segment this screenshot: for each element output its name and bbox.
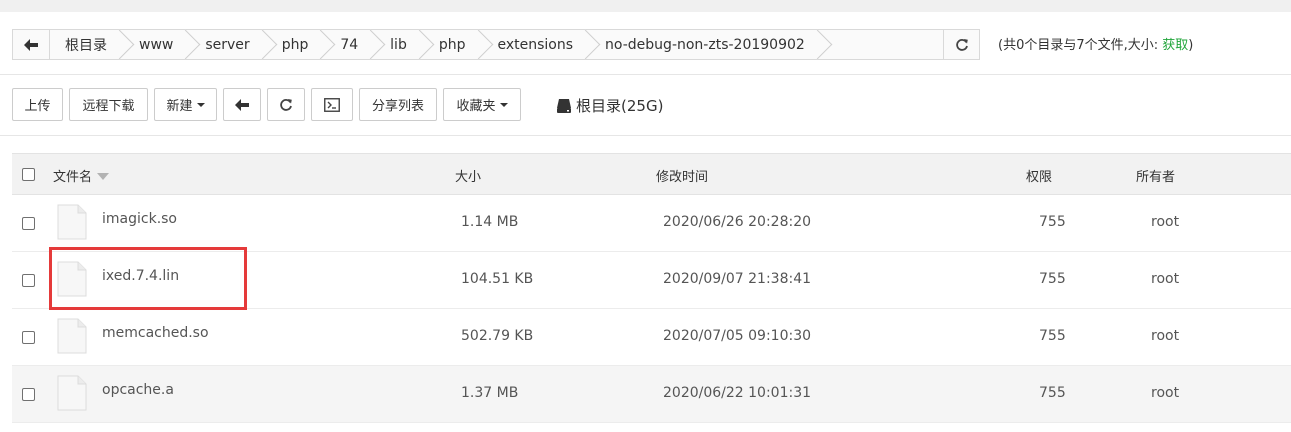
file-modified: 2020/06/22 10:01:31 — [663, 385, 812, 401]
row-checkbox[interactable] — [22, 274, 35, 287]
arrow-left-icon — [235, 98, 249, 111]
hard-drive-icon — [557, 98, 571, 113]
terminal-icon — [324, 97, 340, 112]
column-header-name[interactable]: 文件名 — [53, 166, 110, 185]
file-owner: root — [1151, 385, 1180, 401]
file-permission[interactable]: 755 — [1039, 271, 1066, 287]
breadcrumb-item-extensions[interactable]: extensions — [483, 30, 591, 59]
file-size: 1.14 MB — [461, 214, 519, 230]
column-header-modified[interactable]: 修改时间 — [656, 166, 708, 185]
favorites-dropdown-button[interactable]: 收藏夹 — [443, 88, 521, 121]
remote-download-button[interactable]: 远程下载 — [69, 88, 148, 121]
top-band — [0, 0, 1291, 12]
column-header-permission: 权限 — [1026, 170, 1053, 185]
refresh-button[interactable] — [267, 88, 305, 121]
table-row[interactable]: memcached.so 502.79 KB 2020/07/05 09:10:… — [12, 309, 1291, 366]
divider — [0, 135, 1291, 136]
back-button-toolbar[interactable] — [223, 88, 261, 121]
disk-selector[interactable]: 根目录(25G) — [556, 95, 663, 116]
file-name[interactable]: opcache.a — [102, 382, 174, 398]
terminal-button[interactable] — [311, 88, 353, 121]
file-size: 502.79 KB — [461, 328, 534, 344]
table-row[interactable]: imagick.so 1.14 MB 2020/06/26 20:28:20 7… — [12, 195, 1291, 252]
file-name[interactable]: memcached.so — [102, 325, 209, 341]
breadcrumb-item-current[interactable]: no-debug-non-zts-20190902 — [590, 30, 822, 59]
file-owner: root — [1151, 328, 1180, 344]
file-permission[interactable]: 755 — [1039, 385, 1066, 401]
annotation-highlight-box — [49, 247, 247, 310]
new-dropdown-button[interactable]: 新建 — [154, 88, 217, 121]
file-modified: 2020/09/07 21:38:41 — [663, 271, 812, 287]
directory-summary: (共0个目录与7个文件,大小: 获取) — [998, 38, 1194, 53]
row-checkbox[interactable] — [22, 217, 35, 230]
table-row[interactable]: opcache.a 1.37 MB 2020/06/22 10:01:31 75… — [12, 366, 1291, 423]
row-checkbox[interactable] — [22, 331, 35, 344]
get-size-link[interactable]: 获取 — [1162, 38, 1188, 53]
file-permission[interactable]: 755 — [1039, 214, 1066, 230]
file-icon — [57, 318, 87, 354]
divider — [0, 74, 1291, 75]
file-owner: root — [1151, 214, 1180, 230]
file-icon — [57, 204, 87, 240]
breadcrumb-item-server[interactable]: server — [190, 30, 266, 59]
caret-down-icon — [499, 102, 508, 107]
file-icon — [57, 375, 87, 411]
file-modified: 2020/06/26 20:28:20 — [663, 214, 812, 230]
file-size: 104.51 KB — [461, 271, 534, 287]
upload-button[interactable]: 上传 — [12, 88, 63, 121]
breadcrumb: 根目录 www server php 74 lib php extensions… — [12, 29, 980, 60]
breadcrumb-item-root[interactable]: 根目录 — [50, 30, 124, 59]
refresh-icon — [280, 98, 292, 111]
caret-down-icon — [196, 102, 205, 107]
file-permission[interactable]: 755 — [1039, 328, 1066, 344]
back-button[interactable] — [13, 30, 50, 59]
table-header: 文件名 大小 修改时间 权限 所有者 — [12, 153, 1291, 195]
arrow-left-icon — [24, 38, 38, 51]
row-checkbox[interactable] — [22, 388, 35, 401]
share-list-button[interactable]: 分享列表 — [359, 88, 437, 121]
file-owner: root — [1151, 271, 1180, 287]
refresh-icon — [955, 38, 968, 51]
column-header-owner: 所有者 — [1136, 170, 1176, 185]
sort-desc-icon — [97, 173, 110, 180]
column-header-size[interactable]: 大小 — [455, 166, 481, 185]
path-refresh-button[interactable] — [943, 30, 979, 59]
file-modified: 2020/07/05 09:10:30 — [663, 328, 812, 344]
file-size: 1.37 MB — [461, 385, 519, 401]
select-all-checkbox[interactable] — [22, 168, 35, 181]
file-name[interactable]: imagick.so — [102, 211, 177, 227]
